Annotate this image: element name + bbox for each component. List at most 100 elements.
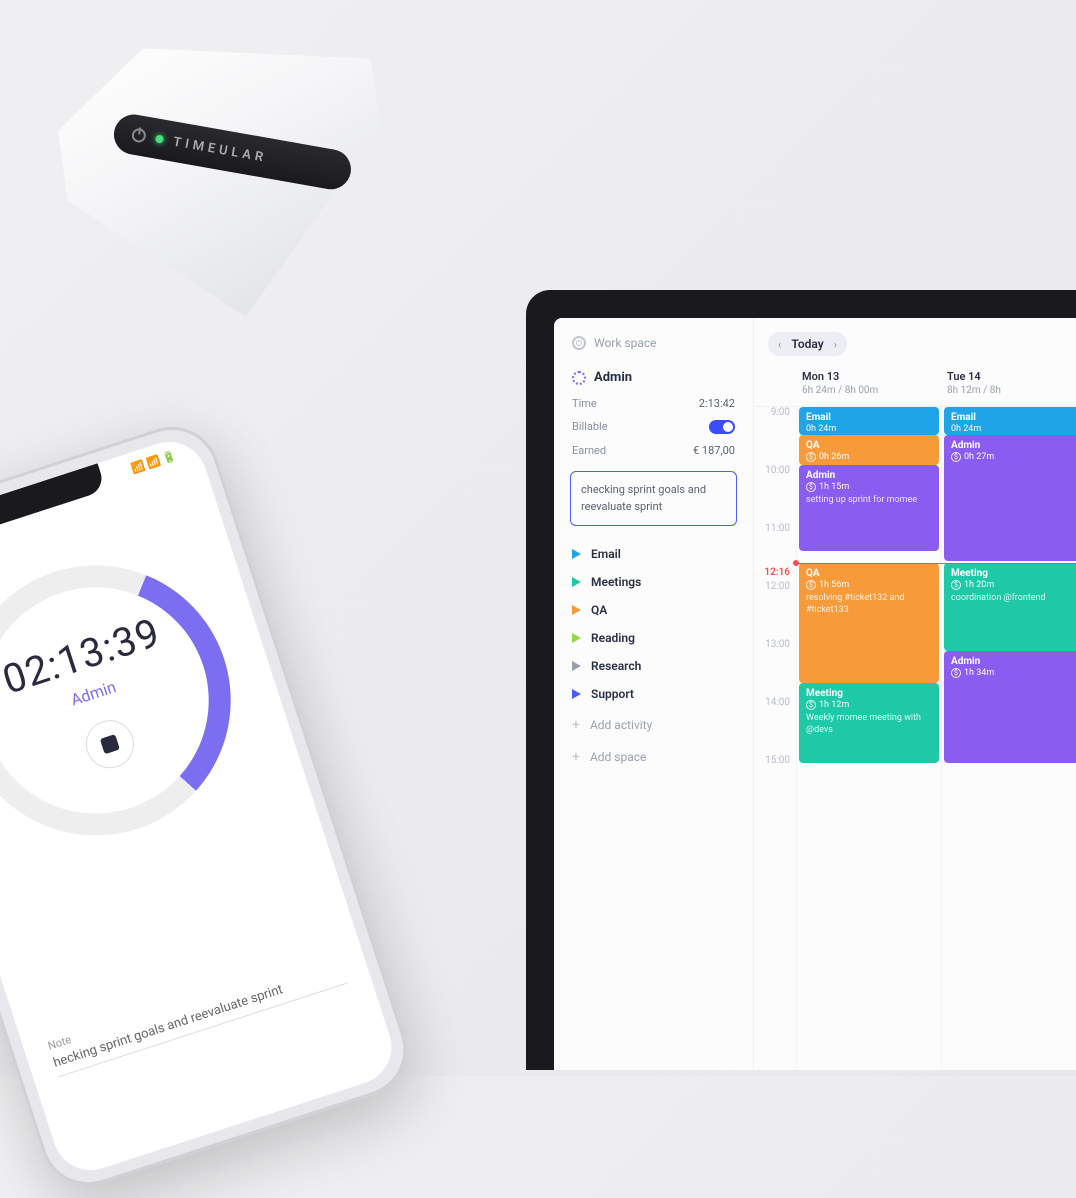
stop-button[interactable] [80, 714, 140, 774]
play-icon [572, 549, 581, 559]
time-label: 12:00 [754, 581, 796, 639]
play-icon [572, 605, 581, 615]
event-duration: $ 0h 26m [806, 452, 932, 462]
calendar-days-header: Mon 13 6h 24m / 8h 00m Tue 14 8h 12m / 8… [754, 364, 1076, 407]
play-icon [572, 689, 581, 699]
stat-earned: Earned € 187,00 [566, 440, 741, 461]
event-duration: $ 1h 56m [806, 580, 932, 590]
power-icon [131, 127, 147, 143]
note-section: Note hecking sprint goals and reevaluate… [46, 946, 347, 1077]
event-description: resolving #ticket132 and #ticket133 [806, 593, 932, 616]
event-qa[interactable]: QA$ 0h 26m [799, 435, 939, 465]
time-label: 14:00 [754, 697, 796, 755]
billable-icon: $ [951, 580, 961, 590]
time-label: 10:00 [754, 465, 796, 523]
phone-mockup: 15:37 ◂ 📶 📶 🔋 02:13:39 Admin Note heckin… [0, 414, 419, 1197]
timer-ring: 02:13:39 Admin [0, 530, 266, 870]
tracker-device: TIMEULAR [48, 12, 452, 399]
stat-time: Time 2:13:42 [566, 393, 741, 414]
activity-name: Research [591, 659, 641, 673]
activity-item-meetings[interactable]: Meetings [566, 568, 741, 596]
billable-icon: $ [951, 452, 961, 462]
add-space-button[interactable]: + Add space [566, 742, 741, 772]
activity-name: Reading [591, 631, 635, 645]
play-icon [572, 577, 581, 587]
event-duration: $ 0h 27m [951, 452, 1076, 462]
activity-name: Support [591, 687, 634, 701]
event-qa[interactable]: QA$ 1h 56m resolving #ticket132 and #tick… [799, 563, 939, 683]
event-admin[interactable]: Admin$ 1h 15msetting up sprint for momee [799, 465, 939, 551]
event-title: Email [806, 412, 932, 423]
laptop-mockup: Work space Admin Time 2:13:42 Billable E… [526, 290, 1076, 1070]
play-icon [572, 633, 581, 643]
status-icons: 📶 📶 🔋 [130, 449, 179, 478]
day-header-mon: Mon 13 6h 24m / 8h 00m [796, 370, 941, 396]
activity-item-support[interactable]: Support [566, 680, 741, 708]
app-screen: Work space Admin Time 2:13:42 Billable E… [554, 318, 1076, 1070]
event-admin[interactable]: Admin$ 1h 34m [944, 651, 1076, 763]
workspace-label: Work space [594, 336, 657, 350]
plus-icon: + [572, 717, 580, 733]
activity-name: QA [591, 603, 607, 617]
phone-screen: 15:37 ◂ 📶 📶 🔋 02:13:39 Admin Note heckin… [0, 432, 401, 1180]
day-column-mon[interactable]: Email 0h 24mQA$ 0h 26mAdmin$ 1h 15msetti… [796, 407, 941, 1070]
tracker-body [48, 17, 404, 339]
today-selector[interactable]: ‹ Today › [768, 332, 847, 356]
current-activity-row[interactable]: Admin [566, 364, 741, 391]
event-meeting[interactable]: Meeting$ 1h 12m Weekly momee meeting with… [799, 683, 939, 763]
event-email[interactable]: Email 0h 24m [799, 407, 939, 435]
time-label: 13:00 [754, 639, 796, 697]
event-description: Weekly momee meeting with @devs [806, 713, 932, 736]
event-duration: $ 1h 12m [806, 700, 932, 710]
chevron-left-icon[interactable]: ‹ [778, 338, 781, 351]
time-label: 15:00 [754, 755, 796, 813]
workspace-header[interactable]: Work space [566, 332, 741, 354]
plus-icon: + [572, 749, 580, 765]
activity-item-qa[interactable]: QA [566, 596, 741, 624]
event-description: coordination @frontend [951, 593, 1076, 605]
billable-icon: $ [806, 452, 816, 462]
day-header-tue: Tue 14 8h 12m / 8h [941, 370, 1076, 396]
calendar-view: ‹ Today › Mon 13 6h 24m / 8h 00m Tue 14 … [754, 318, 1076, 1070]
event-email[interactable]: Email 0h 24m [944, 407, 1076, 435]
calendar-header: ‹ Today › [754, 318, 1076, 364]
current-activity-name: Admin [594, 370, 632, 385]
billable-icon: $ [951, 668, 961, 678]
activity-name: Email [591, 547, 621, 561]
event-title: Admin [806, 470, 932, 481]
stop-icon [100, 734, 120, 754]
current-time-line [796, 563, 1076, 564]
event-title: Meeting [806, 688, 932, 699]
play-icon [572, 661, 581, 671]
chevron-right-icon[interactable]: › [834, 338, 837, 351]
event-duration: $ 1h 15m [806, 482, 932, 492]
billable-toggle[interactable] [709, 420, 735, 434]
event-title: Email [951, 412, 1076, 423]
event-meeting[interactable]: Meeting$ 1h 20mcoordination @frontend [944, 563, 1076, 651]
event-title: Meeting [951, 568, 1076, 579]
billable-icon: $ [806, 580, 816, 590]
tracker-brand: TIMEULAR [172, 134, 268, 165]
calendar-grid: 9:0010:0011:0012:1612:0013:0014:0015:00 … [754, 407, 1076, 1070]
event-title: Admin [951, 656, 1076, 667]
workspace-icon [572, 336, 586, 350]
add-activity-button[interactable]: + Add activity [566, 710, 741, 740]
day-column-tue[interactable]: Email 0h 24mAdmin$ 0h 27mMeeting$ 1h 20m… [941, 407, 1076, 1070]
event-title: QA [806, 440, 932, 451]
activity-indicator [572, 371, 586, 385]
event-duration: 0h 24m [951, 424, 1076, 434]
event-title: QA [806, 568, 932, 579]
sidebar: Work space Admin Time 2:13:42 Billable E… [554, 318, 754, 1070]
activity-note-input[interactable]: checking sprint goals and reevaluate spr… [570, 471, 737, 526]
event-title: Admin [951, 440, 1076, 451]
time-label: 9:00 [754, 407, 796, 465]
activity-item-reading[interactable]: Reading [566, 624, 741, 652]
note-input[interactable]: hecking sprint goals and reevaluate spri… [52, 963, 348, 1078]
activity-item-research[interactable]: Research [566, 652, 741, 680]
status-led [155, 134, 164, 143]
event-admin[interactable]: Admin$ 0h 27m [944, 435, 1076, 561]
event-duration: $ 1h 34m [951, 668, 1076, 678]
activity-name: Meetings [591, 575, 641, 589]
billable-icon: $ [806, 700, 816, 710]
activity-item-email[interactable]: Email [566, 540, 741, 568]
